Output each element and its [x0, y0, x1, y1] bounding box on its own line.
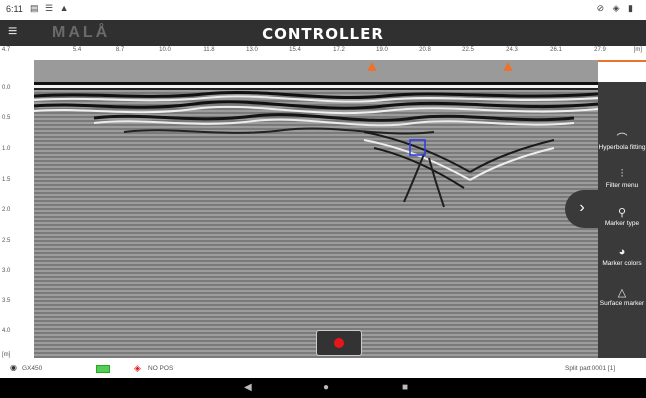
depth-label: 3.0: [2, 268, 11, 274]
chevron-right-icon: ›: [579, 199, 585, 216]
ruler-unit: [m]: [633, 47, 642, 53]
home-icon[interactable]: ●: [323, 382, 329, 393]
pin-icon: ⚲: [617, 207, 627, 219]
surface-marker-triangle[interactable]: [502, 62, 513, 71]
ruler-tick: 15.4: [289, 47, 301, 53]
radargram-image: [34, 82, 598, 358]
hyperbola-icon: ⌒: [616, 133, 628, 145]
filter-menu-button[interactable]: ⫶ Filter menu: [598, 168, 646, 189]
marker-type-button[interactable]: ⚲ Marker type: [598, 206, 646, 227]
tool-panel: ⌒ Hyperbola fitting ⫶ Filter menu ⚲ Mark…: [598, 82, 646, 358]
battery-icon: [96, 365, 110, 373]
antenna-icon: ◉: [10, 363, 17, 372]
ruler-tick: 13.0: [246, 47, 258, 53]
record-dot-icon: [334, 338, 344, 348]
ruler-tick: 22.5: [462, 47, 474, 53]
expand-panel-button[interactable]: ›: [565, 190, 599, 228]
status-notification-icons: ▤ ☰ ▲: [30, 3, 71, 13]
marker-type-label: Marker type: [604, 220, 640, 227]
palette-icon: ◕: [618, 246, 626, 258]
antenna-name: GX450: [22, 365, 43, 372]
no-position-icon: ◈: [134, 363, 141, 373]
recents-icon[interactable]: ■: [402, 382, 408, 393]
split-part-label: Split part: [565, 365, 591, 372]
status-time: 6:11: [6, 4, 23, 14]
marker-colors-label: Marker colors: [602, 260, 642, 267]
ruler-tick: 20.8: [419, 47, 431, 53]
ruler-tick: 4.7: [1, 47, 11, 53]
surface-marker-strip: [34, 60, 598, 82]
depth-label: 3.5: [2, 298, 11, 304]
marker-colors-button[interactable]: ◕ Marker colors: [598, 246, 646, 267]
system-nav-bar: ◀ ● ■: [0, 378, 646, 398]
device-status-bar: ◉ GX450 ◈ NO POS Split part : 0001 [1]: [0, 360, 646, 378]
surface-marker-triangle[interactable]: [367, 62, 378, 71]
ruler-tick: 10.0: [159, 47, 171, 53]
page-title: CONTROLLER: [262, 25, 384, 43]
hyperbola-fitting-label: Hyperbola fitting: [598, 144, 646, 151]
depth-axis: 0.0 0.5 1.0 1.5 2.0 2.5 3.0 3.5 4.0 [m]: [0, 60, 34, 360]
depth-label: 0.0: [2, 85, 11, 91]
status-bar: 6:11 ▤ ☰ ▲ ⊘ ◈ ▮: [0, 0, 646, 20]
app-header: ≡ MALÅ CONTROLLER: [0, 20, 646, 46]
hyperbola-fitting-button[interactable]: ⌒ Hyperbola fitting: [598, 130, 646, 151]
ruler-tick: 17.2: [333, 47, 345, 53]
ruler-tick: 26.1: [550, 47, 562, 53]
ruler-tick: 19.0: [376, 47, 388, 53]
depth-label: 2.0: [2, 207, 11, 213]
filter-menu-label: Filter menu: [605, 182, 639, 189]
depth-label: 4.0: [2, 328, 11, 334]
surface-marker-button[interactable]: △ Surface marker: [598, 286, 646, 307]
surface-marker-label: Surface marker: [599, 300, 645, 307]
sliders-icon: ⫶: [620, 168, 624, 180]
record-button[interactable]: [316, 330, 362, 356]
triangle-icon: △: [617, 287, 627, 299]
position-status: NO POS: [148, 365, 174, 372]
depth-label: 0.5: [2, 115, 11, 121]
ruler-tick: 11.8: [203, 47, 215, 53]
ruler-tick: 24.3: [506, 47, 518, 53]
depth-unit: [m]: [2, 352, 11, 358]
back-icon[interactable]: ◀: [244, 382, 252, 393]
ruler-tick: 5.4: [72, 47, 82, 53]
depth-label: 1.5: [2, 177, 11, 183]
status-system-icons: ⊘ ◈ ▮: [596, 3, 636, 13]
depth-label: 2.5: [2, 238, 11, 244]
depth-label: 1.0: [2, 146, 11, 152]
ruler-tick: 8.7: [115, 47, 125, 53]
ruler-tick: 27.9: [594, 47, 606, 53]
split-part-value: : 0001 [1]: [588, 365, 616, 372]
radargram-view[interactable]: [34, 82, 598, 358]
